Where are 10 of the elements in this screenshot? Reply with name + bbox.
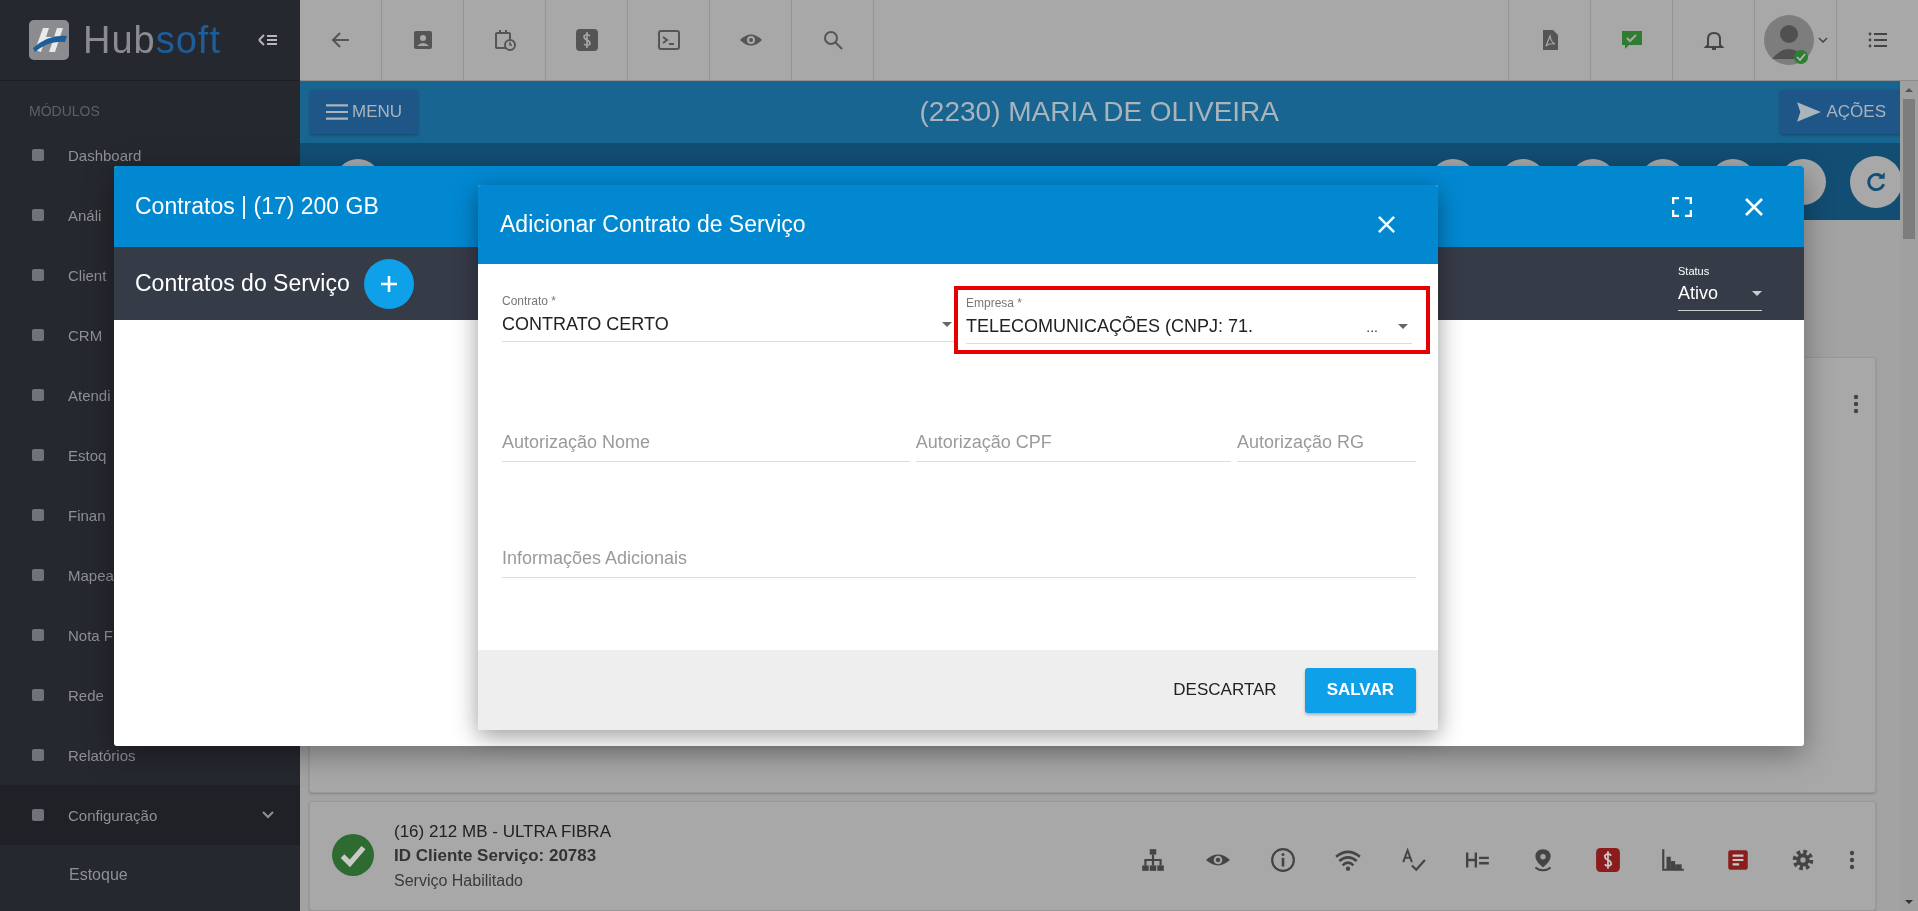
service-status: Serviço Habilitado <box>394 872 524 890</box>
service-title: (16) 212 MB - ULTRA FIBRA <box>394 822 611 842</box>
client-title: (2230) MARIA DE OLIVEIRA <box>918 96 1280 128</box>
logo-text: Hubsoft <box>83 18 221 62</box>
section-label: MÓDULOS <box>28 102 101 121</box>
modal-title: Contratos | (17) 200 GB <box>135 193 380 220</box>
status-label: Status <box>1678 264 1711 277</box>
section-title: Contratos do Serviço <box>135 270 350 297</box>
dialog-title: Adicionar Contrato de Serviço <box>500 211 807 238</box>
service-id: ID Cliente Serviço: 20783 <box>394 846 598 866</box>
